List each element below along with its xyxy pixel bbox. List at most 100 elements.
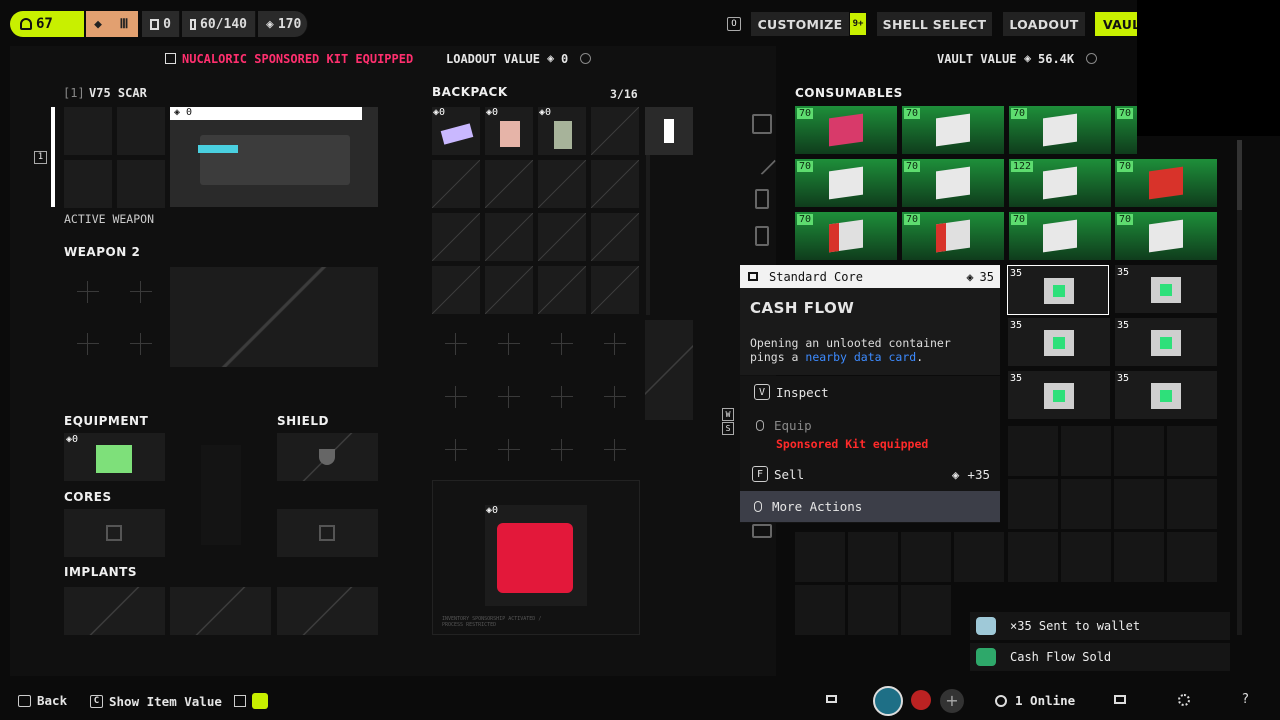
vault-empty-slot[interactable] [1167, 426, 1217, 476]
consumable-item[interactable]: 70 [795, 106, 897, 154]
backpack-empty-slot[interactable] [485, 213, 533, 261]
core-item[interactable]: 35 [1008, 371, 1110, 419]
vault-empty-slot[interactable] [1061, 532, 1111, 582]
mod-slot-magazine[interactable] [64, 160, 112, 208]
consumable-item[interactable]: 70 [795, 159, 897, 207]
vault-scrollbar[interactable] [1237, 140, 1242, 635]
backpack-utility-slot[interactable] [645, 320, 693, 420]
mod-slot-stock[interactable] [117, 160, 165, 208]
vault-empty-slot[interactable] [795, 585, 845, 635]
settings-gear-icon[interactable] [1178, 694, 1190, 706]
vault-info-icon[interactable] [1086, 53, 1097, 64]
core-icon [319, 525, 335, 541]
add-friend-icon[interactable]: + [940, 689, 964, 713]
player-avatar[interactable] [873, 686, 903, 716]
equipment-slot[interactable]: ◈0 [64, 433, 165, 481]
add-stack-icon[interactable] [755, 226, 769, 246]
backpack-item[interactable]: ◈0 [538, 107, 586, 155]
consumable-item[interactable]: 122 [1009, 159, 1111, 207]
weapon2-mod-slot[interactable] [77, 281, 99, 303]
vault-empty-slot[interactable] [848, 532, 898, 582]
backpack-empty-slot[interactable] [485, 160, 533, 208]
collapse-icon[interactable] [752, 524, 772, 538]
core-slot[interactable] [277, 509, 378, 557]
loadout-button[interactable]: LOADOUT [1003, 12, 1085, 36]
vault-empty-slot[interactable] [1061, 426, 1111, 476]
consumable-item[interactable]: 70 [795, 212, 897, 260]
help-icon[interactable]: ? [1242, 692, 1249, 707]
backpack-empty-slot[interactable] [538, 213, 586, 261]
backpack-item[interactable]: ◈0 [432, 107, 480, 155]
vault-empty-slot[interactable] [1114, 532, 1164, 582]
vault-empty-slot[interactable] [1114, 426, 1164, 476]
backpack-character-tab[interactable] [645, 107, 693, 155]
show-item-value-toggle[interactable]: C Show Item Value [90, 693, 268, 709]
backpack-empty-slot[interactable] [432, 213, 480, 261]
core-slot[interactable] [64, 509, 165, 557]
vault-empty-slot[interactable] [901, 585, 951, 635]
trash-icon[interactable] [755, 189, 769, 209]
consumable-item[interactable]: 70 [1009, 106, 1111, 154]
chat-icon[interactable] [826, 695, 837, 703]
consumable-item[interactable]: 70 [1115, 106, 1137, 154]
back-button[interactable]: Back [18, 693, 67, 708]
backpack-empty-slot[interactable] [538, 266, 586, 314]
vault-empty-slot[interactable] [1114, 479, 1164, 529]
implant-slot[interactable] [277, 587, 378, 635]
vault-empty-slot[interactable] [1167, 479, 1217, 529]
sell-action[interactable]: F Sell ◈ +35 [740, 459, 1000, 489]
vault-button[interactable]: VAUL [1095, 12, 1137, 36]
implant-slot[interactable] [170, 587, 271, 635]
sponsor-kit-card[interactable]: ◈0 [485, 505, 587, 606]
vault-empty-slot[interactable] [795, 532, 845, 582]
consumable-item[interactable]: 70 [1009, 212, 1111, 260]
backpack-empty-slot[interactable] [432, 160, 480, 208]
vault-empty-slot[interactable] [901, 532, 951, 582]
backpack-empty-slot[interactable] [591, 266, 639, 314]
weapon-card[interactable]: ◈ 0 [170, 107, 378, 207]
customize-button[interactable]: CUSTOMIZE [751, 12, 849, 36]
vault-empty-slot[interactable] [1008, 532, 1058, 582]
backpack-empty-slot[interactable] [591, 160, 639, 208]
shell-select-button[interactable]: SHELL SELECT [877, 12, 992, 36]
consumable-item[interactable]: 70 [902, 159, 1004, 207]
backpack-empty-slot[interactable] [485, 266, 533, 314]
inspect-action[interactable]: V Inspect [740, 377, 1000, 407]
consumable-item[interactable]: 70 [1115, 159, 1217, 207]
online-count[interactable]: 1 Online [995, 693, 1075, 708]
mod-slot-optic[interactable] [64, 107, 112, 155]
backpack-empty-slot[interactable] [591, 107, 639, 155]
core-item[interactable]: 35 [1008, 318, 1110, 366]
implant-slot[interactable] [64, 587, 165, 635]
weapon2-mod-slot[interactable] [130, 281, 152, 303]
consumable-item[interactable]: 70 [902, 106, 1004, 154]
core-item-selected[interactable]: 35 [1007, 265, 1109, 315]
consumable-item[interactable]: 70 [902, 212, 1004, 260]
consumable-item[interactable]: 70 [1115, 212, 1217, 260]
more-actions-button[interactable]: More Actions [740, 491, 1000, 522]
vault-empty-slot[interactable] [1061, 479, 1111, 529]
weapon2-mod-slot[interactable] [130, 333, 152, 355]
weapon2-mod-slot[interactable] [77, 333, 99, 355]
vault-empty-slot[interactable] [1008, 426, 1058, 476]
vault-empty-slot[interactable] [1008, 479, 1058, 529]
mod-slot-barrel[interactable] [117, 107, 165, 155]
vault-scroll-thumb[interactable] [1237, 140, 1242, 210]
squad-avatar[interactable] [911, 690, 931, 710]
grid-view-icon[interactable] [752, 114, 772, 134]
backpack-empty-slot[interactable] [591, 213, 639, 261]
vault-empty-slot[interactable] [1167, 532, 1217, 582]
info-icon[interactable] [580, 53, 591, 64]
backpack-scroll-track[interactable] [646, 155, 650, 315]
backpack-empty-slot[interactable] [432, 266, 480, 314]
weapon2-slot[interactable] [170, 267, 378, 367]
core-item[interactable]: 35 [1115, 371, 1217, 419]
mail-icon[interactable] [1114, 695, 1126, 704]
shield-slot[interactable] [277, 433, 378, 481]
core-item[interactable]: 35 [1115, 318, 1217, 366]
core-item[interactable]: 35 [1115, 265, 1217, 313]
vault-empty-slot[interactable] [954, 532, 1004, 582]
vault-empty-slot[interactable] [848, 585, 898, 635]
backpack-item[interactable]: ◈0 [485, 107, 533, 155]
backpack-empty-slot[interactable] [538, 160, 586, 208]
